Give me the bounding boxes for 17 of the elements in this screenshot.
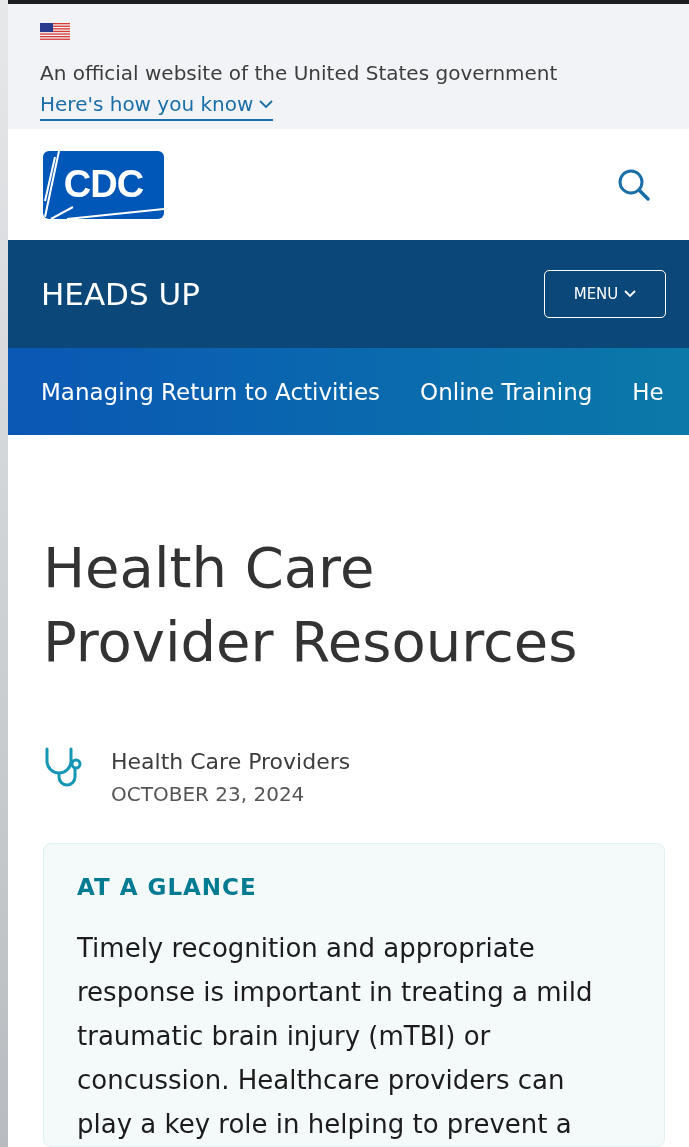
nav-link[interactable]: He: [632, 378, 664, 405]
site-title: HEADS UP: [41, 276, 200, 313]
glance-heading: AT A GLANCE: [77, 874, 258, 900]
date-label: OCTOBER 23, 2024: [111, 781, 306, 808]
audience-label: Health Care Providers: [111, 748, 351, 776]
chevron-icon: [624, 290, 637, 299]
menu-button[interactable]: MENU: [544, 270, 666, 319]
flag-icon: [40, 23, 70, 41]
search-icon[interactable]: [617, 167, 651, 202]
glance-text: Timely recognition and appropriate response is important in treating a mild traumatic brain injury (mTBI) or concussion. Healthcare providers can play a key role in helping to prevent a: [77, 932, 594, 1141]
nav-link[interactable]: Managing Return to Activities: [41, 378, 381, 405]
banner-text: An official website of the United States government: [40, 60, 558, 87]
chevron-icon: [259, 99, 274, 109]
page-title: Health Care Provider Resources: [43, 534, 579, 676]
how-you-know-link[interactable]: Here's how you know: [40, 89, 274, 121]
logo[interactable]: CDC: [43, 150, 164, 219]
nav-link[interactable]: Online Training: [420, 378, 593, 405]
